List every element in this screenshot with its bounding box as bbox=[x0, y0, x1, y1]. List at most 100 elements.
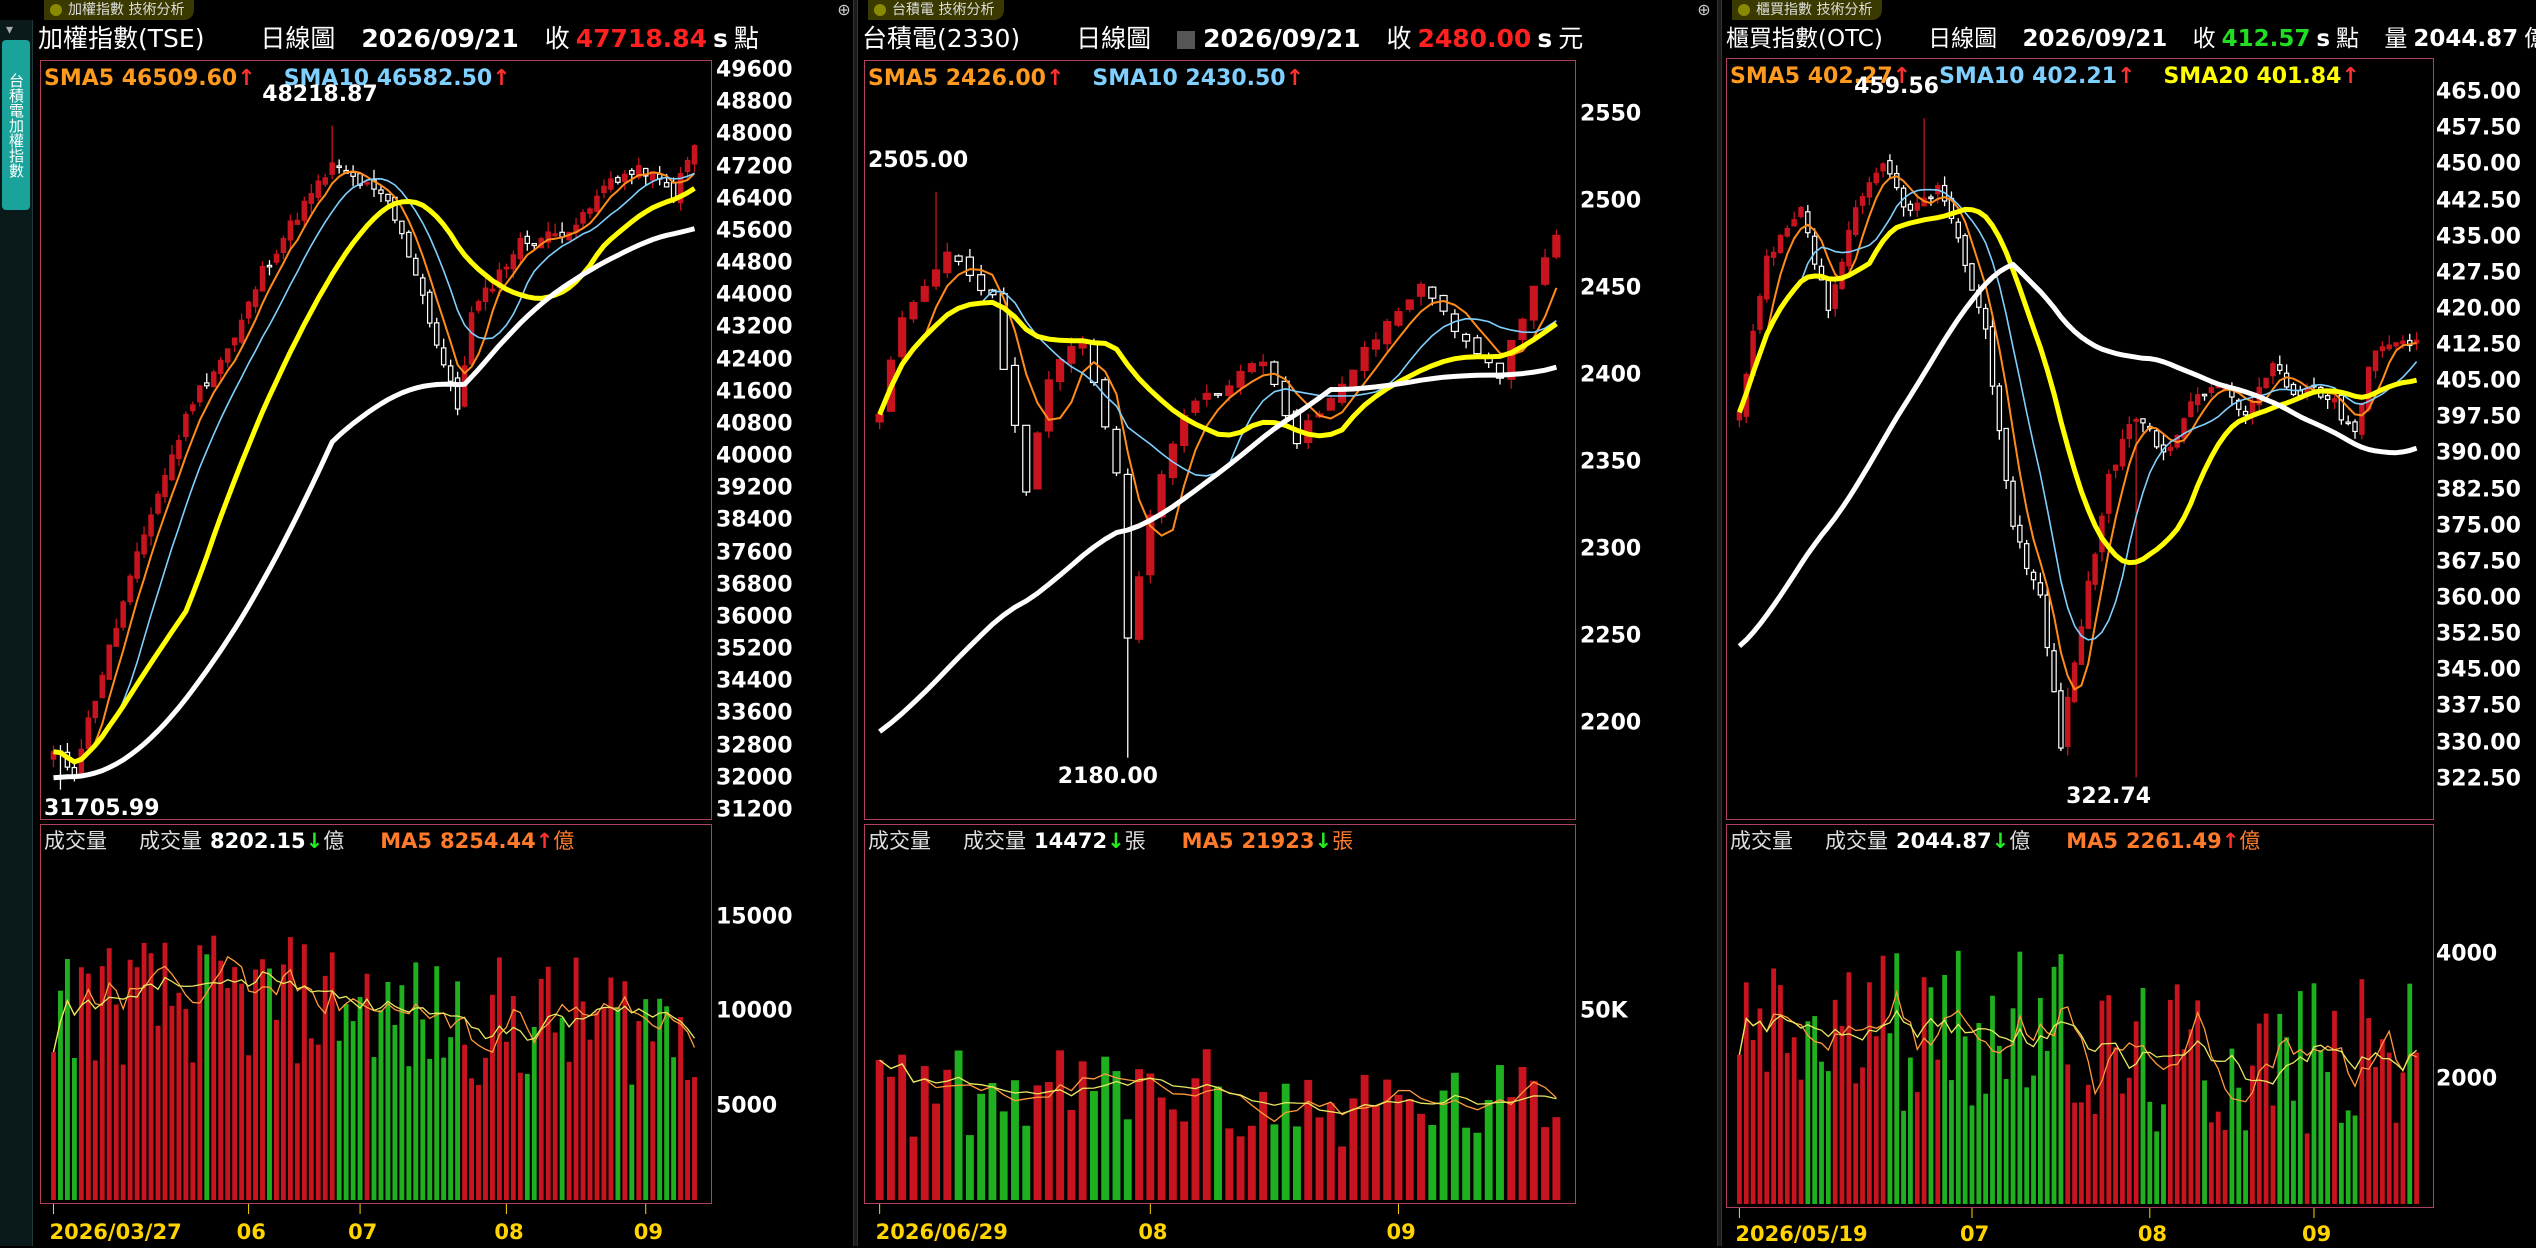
volume-bar[interactable] bbox=[2085, 1084, 2091, 1204]
period-label[interactable]: 日線圖 bbox=[1076, 24, 1151, 53]
candle[interactable] bbox=[615, 176, 621, 183]
volume-bar[interactable] bbox=[2291, 1100, 2296, 1204]
volume-bar[interactable] bbox=[2366, 1018, 2372, 1204]
volume-bar[interactable] bbox=[1791, 1037, 1797, 1204]
volume-bar[interactable] bbox=[2297, 991, 2303, 1204]
volume-bar[interactable] bbox=[253, 969, 258, 1200]
volume-bar[interactable] bbox=[2120, 1093, 2125, 1204]
volume-bar[interactable] bbox=[2024, 1087, 2030, 1204]
volume-bar[interactable] bbox=[455, 981, 461, 1200]
candle[interactable] bbox=[1394, 311, 1403, 326]
volume-bar[interactable] bbox=[427, 1058, 433, 1200]
candle[interactable] bbox=[622, 173, 628, 183]
candle[interactable] bbox=[531, 242, 538, 247]
candle[interactable] bbox=[594, 195, 600, 212]
volume-bar[interactable] bbox=[601, 1007, 607, 1200]
zoom-icon[interactable]: ⊕ bbox=[834, 0, 854, 20]
volume-bar[interactable] bbox=[1089, 1091, 1098, 1200]
volume-bar[interactable] bbox=[1428, 1124, 1437, 1200]
candle[interactable] bbox=[931, 269, 941, 287]
candle[interactable] bbox=[1982, 307, 1989, 330]
volume-bar[interactable] bbox=[176, 992, 182, 1200]
candle[interactable] bbox=[2065, 696, 2071, 747]
volume-bar[interactable] bbox=[1022, 1125, 1031, 1200]
candle[interactable] bbox=[420, 277, 426, 296]
volume-bar[interactable] bbox=[1473, 1132, 1482, 1200]
volume-bar[interactable] bbox=[1737, 1054, 1742, 1204]
price-plot-frame[interactable] bbox=[1726, 58, 2434, 820]
volume-bar[interactable] bbox=[2304, 1133, 2310, 1204]
volume-bar[interactable] bbox=[1078, 1061, 1087, 1200]
volume-bar[interactable] bbox=[420, 1019, 426, 1200]
volume-bar[interactable] bbox=[954, 1050, 963, 1200]
candle[interactable] bbox=[1989, 326, 1996, 387]
volume-bar[interactable] bbox=[169, 1005, 175, 1200]
candle[interactable] bbox=[1880, 163, 1886, 172]
volume-bar[interactable] bbox=[2051, 966, 2057, 1204]
candle[interactable] bbox=[127, 575, 133, 603]
volume-bar[interactable] bbox=[2017, 951, 2023, 1204]
candle[interactable] bbox=[1777, 234, 1784, 254]
volume-bar[interactable] bbox=[2072, 1102, 2077, 1204]
volume-bar[interactable] bbox=[1349, 1098, 1358, 1200]
volume-bar[interactable] bbox=[1969, 1105, 1975, 1204]
candle[interactable] bbox=[2359, 403, 2365, 435]
candle[interactable] bbox=[1887, 160, 1893, 175]
candle[interactable] bbox=[2092, 553, 2098, 585]
candle[interactable] bbox=[1416, 283, 1426, 297]
volume-bar[interactable] bbox=[1764, 1071, 1770, 1204]
volume-bar[interactable] bbox=[643, 999, 649, 1200]
volume-bar[interactable] bbox=[120, 1064, 126, 1200]
candle[interactable] bbox=[524, 235, 531, 245]
volume-bar[interactable] bbox=[294, 1063, 300, 1200]
volume-bar[interactable] bbox=[1949, 1080, 1954, 1204]
volume-bar[interactable] bbox=[1450, 1072, 1459, 1200]
candle[interactable] bbox=[587, 208, 593, 214]
candle[interactable] bbox=[2270, 363, 2276, 377]
candle[interactable] bbox=[447, 365, 454, 382]
volume-bar[interactable] bbox=[2099, 1000, 2105, 1204]
dropdown-icon[interactable] bbox=[1177, 31, 1196, 49]
volume-bar[interactable] bbox=[1112, 1071, 1121, 1200]
candle[interactable] bbox=[99, 674, 106, 699]
candle[interactable] bbox=[1405, 299, 1414, 310]
volume-bar[interactable] bbox=[2215, 1111, 2221, 1204]
candle[interactable] bbox=[2044, 594, 2050, 649]
candle[interactable] bbox=[413, 257, 419, 276]
volume-bar[interactable] bbox=[1942, 974, 1948, 1204]
candle[interactable] bbox=[1996, 385, 2003, 432]
candle[interactable] bbox=[2283, 372, 2290, 388]
candle[interactable] bbox=[1866, 182, 1873, 198]
candle[interactable] bbox=[1247, 363, 1256, 373]
volume-bar[interactable] bbox=[92, 1060, 98, 1200]
volume-bar[interactable] bbox=[898, 1054, 907, 1200]
candle[interactable] bbox=[1907, 203, 1914, 211]
candle[interactable] bbox=[965, 256, 974, 276]
volume-bar[interactable] bbox=[434, 966, 440, 1200]
candle[interactable] bbox=[259, 265, 266, 292]
candle[interactable] bbox=[1462, 333, 1471, 342]
candle[interactable] bbox=[1259, 361, 1268, 367]
volume-bar[interactable] bbox=[197, 945, 203, 1200]
candle[interactable] bbox=[954, 255, 963, 262]
volume-bar[interactable] bbox=[51, 1052, 56, 1200]
candle[interactable] bbox=[113, 627, 119, 647]
volume-bar[interactable] bbox=[965, 1135, 974, 1200]
candle[interactable] bbox=[315, 180, 322, 198]
volume-bar[interactable] bbox=[239, 983, 245, 1200]
volume-bar[interactable] bbox=[232, 967, 238, 1200]
candle[interactable] bbox=[2188, 401, 2194, 417]
volume-bar[interactable] bbox=[413, 962, 419, 1200]
volume-bar[interactable] bbox=[1259, 1092, 1268, 1200]
candle[interactable] bbox=[1757, 296, 1763, 330]
candle[interactable] bbox=[71, 766, 78, 776]
candle[interactable] bbox=[190, 404, 196, 412]
volume-bar[interactable] bbox=[2359, 979, 2365, 1204]
candle[interactable] bbox=[629, 169, 635, 175]
volume-bar[interactable] bbox=[448, 1037, 454, 1200]
volume-bar[interactable] bbox=[1743, 982, 1749, 1204]
volume-bar[interactable] bbox=[2318, 1049, 2324, 1204]
volume-bar[interactable] bbox=[1552, 1117, 1561, 1200]
volume-bar[interactable] bbox=[1225, 1128, 1234, 1200]
candle[interactable] bbox=[503, 266, 510, 270]
